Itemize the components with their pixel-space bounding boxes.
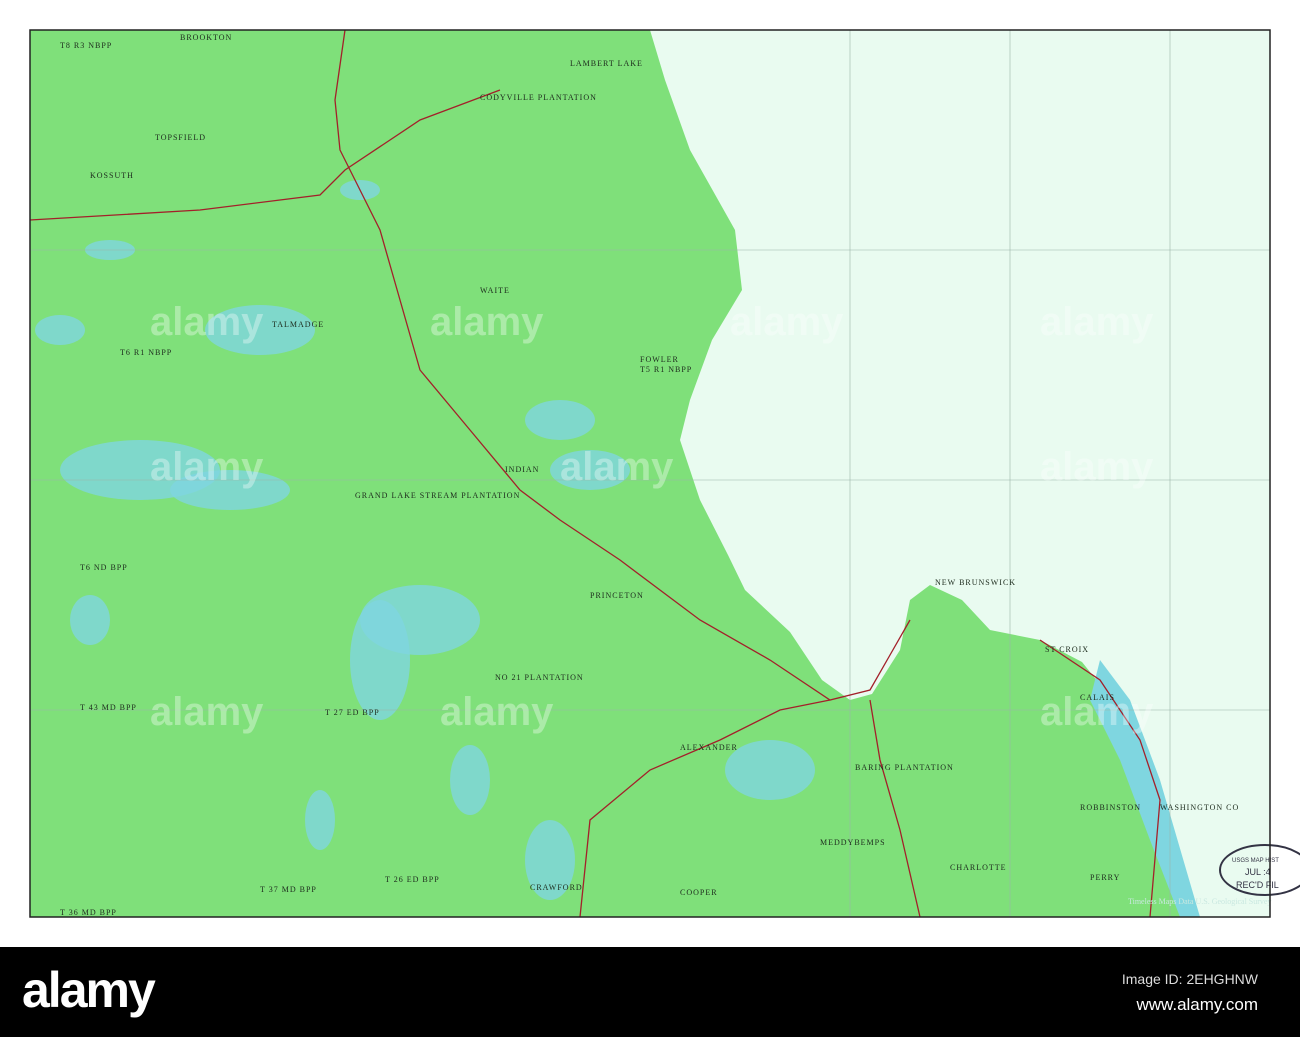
lake (35, 315, 85, 345)
watermark: alamy (150, 445, 264, 489)
place-label: T 36 MD BPP (60, 908, 117, 917)
place-label: COOPER (680, 888, 718, 897)
site-url[interactable]: www.alamy.com (1136, 995, 1258, 1015)
watermark: alamy (1040, 445, 1154, 489)
place-label: T5 R1 NBPP (640, 365, 692, 374)
place-label: WAITE (480, 286, 510, 295)
place-label: T6 ND BPP (80, 563, 128, 572)
topographic-map: BROOKTON T8 R3 NBPP LAMBERT LAKE CODYVILLE … (0, 0, 1300, 947)
watermark: alamy (440, 690, 554, 734)
watermark: alamy (150, 690, 264, 734)
watermark: alamy (150, 300, 264, 344)
place-label: T8 R3 NBPP (60, 41, 112, 50)
place-label: BARING PLANTATION (855, 763, 954, 772)
place-label: BROOKTON (180, 33, 232, 42)
svg-text:REC'D FIL: REC'D FIL (1236, 880, 1279, 890)
watermark: alamy (730, 300, 844, 344)
lake (350, 600, 410, 720)
place-label: ROBBINSTON (1080, 803, 1141, 812)
lake (725, 740, 815, 800)
place-label: CODYVILLE PLANTATION (480, 93, 597, 102)
place-label: LAMBERT LAKE (570, 59, 643, 68)
lake (70, 595, 110, 645)
place-label: CHARLOTTE (950, 863, 1007, 872)
watermark: alamy (560, 445, 674, 489)
place-label: PRINCETON (590, 591, 644, 600)
footer-bar: alamy Image ID: 2EHGHNW www.alamy.com (0, 947, 1300, 1037)
place-label: NO 21 PLANTATION (495, 673, 584, 682)
lake (450, 745, 490, 815)
svg-text:USGS MAP HIST: USGS MAP HIST (1232, 858, 1279, 864)
place-label: CRAWFORD (530, 883, 583, 892)
image-id: Image ID: 2EHGHNW (1121, 971, 1258, 987)
lake (305, 790, 335, 850)
alamy-logo: alamy (22, 962, 156, 1018)
watermark: alamy (430, 300, 544, 344)
place-label: TOPSFIELD (155, 133, 206, 142)
place-label: INDIAN (505, 465, 539, 474)
place-label: GRAND LAKE STREAM PLANTATION (355, 491, 520, 500)
watermark: alamy (1040, 300, 1154, 344)
place-label: ALEXANDER (680, 743, 738, 752)
place-label: FOWLER (640, 355, 679, 364)
place-label: NEW BRUNSWICK (935, 578, 1016, 587)
place-label: T 37 MD BPP (260, 885, 317, 894)
place-label: T 27 ED BPP (325, 708, 380, 717)
place-label: MEDDYBEMPS (820, 838, 886, 847)
place-label: T6 R1 NBPP (120, 348, 172, 357)
place-label: T 43 MD BPP (80, 703, 137, 712)
place-label: TALMADGE (272, 320, 324, 329)
place-label: ST CROIX (1045, 645, 1089, 654)
svg-text:JUL :4: JUL :4 (1245, 867, 1271, 877)
place-label: T 26 ED BPP (385, 875, 440, 884)
credit-text: Timeless Maps Data U.S. Geological Surve… (1128, 897, 1271, 906)
place-label: WASHINGTON CO (1160, 803, 1239, 812)
watermark: alamy (1040, 690, 1154, 734)
place-label: KOSSUTH (90, 171, 134, 180)
lake (525, 400, 595, 440)
place-label: PERRY (1090, 873, 1120, 882)
